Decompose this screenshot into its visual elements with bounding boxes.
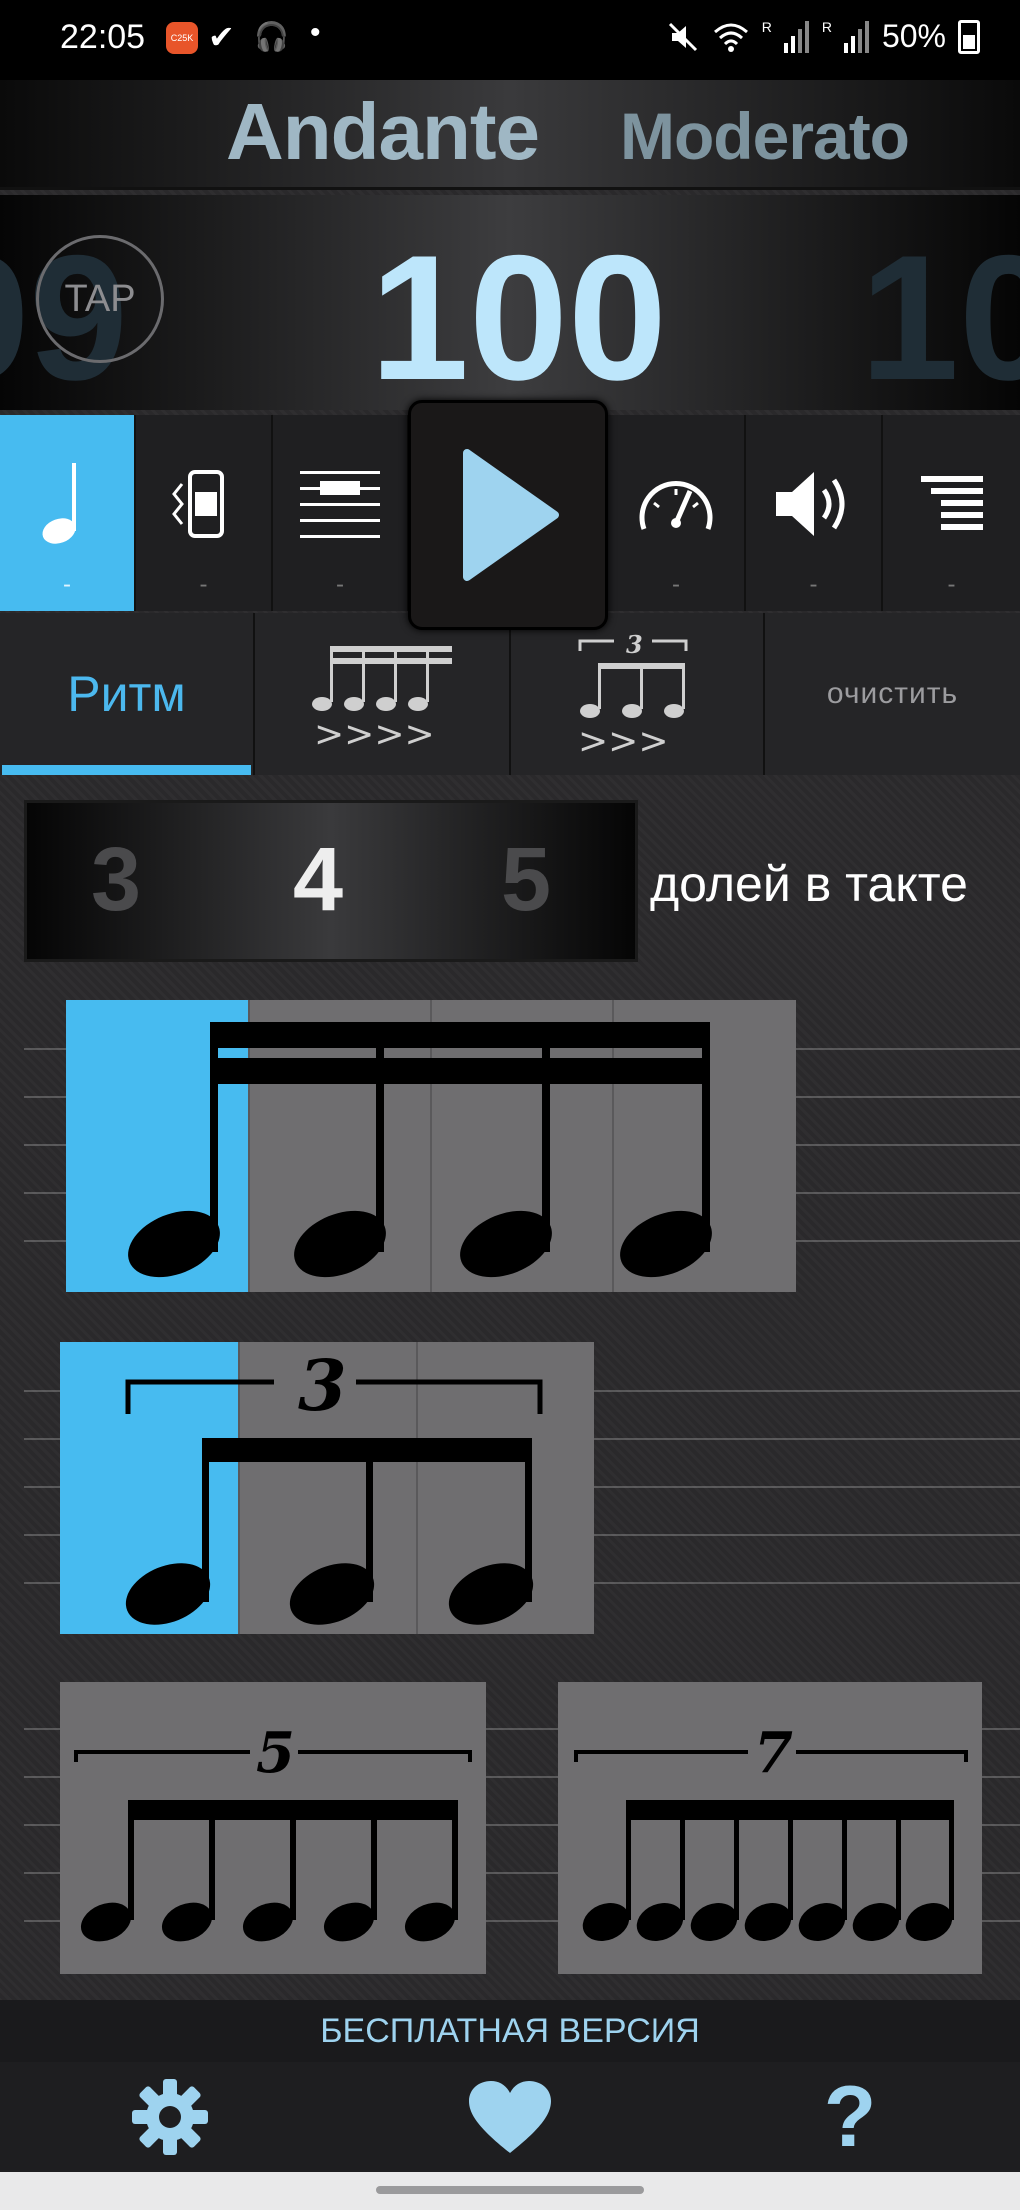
tool-value: -: [947, 571, 956, 598]
tap-button[interactable]: TAP: [36, 235, 164, 363]
list-icon: [920, 476, 983, 530]
sixteenth-notes-graphic: [128, 1022, 712, 1278]
tool-tempo-trainer[interactable]: -: [608, 415, 746, 611]
accent-marks-4: >>>>: [314, 714, 435, 754]
tool-menu[interactable]: -: [883, 415, 1020, 611]
notification-dot-icon: •: [310, 16, 321, 49]
vibration-icon: [171, 470, 224, 538]
system-nav-bar: [0, 2172, 1020, 2210]
battery-percent: 50%: [881, 18, 946, 54]
sixteenth-notes-accent-icon: >>>>: [312, 646, 452, 754]
bpm-wheel[interactable]: 99 100 101 TAP: [0, 195, 1020, 417]
gauge-icon: [639, 481, 713, 530]
roaming-label-1: R: [761, 18, 772, 35]
tempo-name-wheel[interactable]: Andante Moderato: [0, 80, 1020, 190]
tempo-name-current: Andante: [226, 87, 540, 176]
bpm-current: 100: [370, 218, 667, 417]
signal-icon: [843, 20, 869, 53]
bpm-next: 101: [860, 218, 1020, 417]
tool-flash[interactable]: -: [273, 415, 409, 611]
tool-value: -: [336, 571, 344, 598]
beats-next: 5: [501, 830, 552, 930]
wifi-icon: [713, 23, 748, 52]
rhythm-sixteenths[interactable]: [66, 1000, 796, 1292]
quintuplet-notes-graphic: 5: [74, 1720, 472, 1942]
app-badge-icon: C25K: [166, 22, 198, 54]
rhythm-tabs: Ритм >>>> 3 >>> очистить: [0, 613, 1020, 775]
tab-sixteenths-accents[interactable]: >>>>: [255, 613, 511, 775]
tool-value: -: [199, 571, 208, 598]
accent-marks-3: >>>: [578, 721, 669, 759]
tempo-name-next: Moderato: [620, 99, 910, 173]
tool-volume[interactable]: -: [746, 415, 883, 611]
tool-note-value[interactable]: -: [0, 415, 136, 611]
rhythm-quintuplet[interactable]: 5: [60, 1682, 486, 1974]
tool-value: -: [809, 571, 818, 598]
help-button[interactable]: ?: [750, 2062, 950, 2172]
tab-rhythm[interactable]: Ритм: [0, 613, 255, 775]
beats-per-measure-wheel[interactable]: 3 4 5: [24, 800, 638, 962]
beats-per-measure-label: долей в такте: [650, 856, 968, 912]
headset-icon: 🎧: [254, 21, 289, 52]
triplet-label: 3: [298, 1344, 347, 1427]
septuplet-notes-graphic: 7: [574, 1720, 968, 1941]
bottom-bar: ?: [0, 2062, 1020, 2172]
triplet-notes-accent-icon: 3 >>>: [578, 630, 688, 759]
tool-value: -: [672, 571, 680, 598]
favorite-button[interactable]: [410, 2062, 610, 2172]
tab-triplets-accents[interactable]: 3 >>>: [511, 613, 765, 775]
question-icon: ?: [823, 2068, 877, 2165]
signal-icon: [783, 20, 809, 53]
status-time: 22:05: [60, 18, 146, 56]
beats-prev: 3: [91, 830, 142, 930]
gear-icon: [132, 2079, 208, 2155]
rhythm-septuplet[interactable]: 7: [558, 1682, 982, 1974]
beats-current: 4: [293, 830, 344, 930]
speaker-icon: [775, 472, 844, 536]
status-bar: 22:05 C25K ✔ 🎧 • R R 50%: [0, 0, 1020, 80]
tab-clear[interactable]: очистить: [765, 613, 1020, 775]
triplet-notes-graphic: 3: [125, 1344, 543, 1625]
tab-rhythm-label: Ритм: [67, 666, 186, 722]
tool-value: -: [63, 571, 71, 598]
settings-button[interactable]: [70, 2062, 270, 2172]
triplet-number: 3: [626, 630, 643, 659]
rhythm-triplet[interactable]: 3: [60, 1342, 594, 1634]
app-root: 22:05 C25K ✔ 🎧 • R R 50% Andante Moderat…: [0, 0, 1020, 2210]
flash-lines-icon: [300, 471, 380, 538]
roaming-label-2: R: [821, 18, 832, 35]
tool-vibration[interactable]: -: [136, 415, 273, 611]
free-version-banner[interactable]: БЕСПЛАТНАЯ ВЕРСИЯ: [0, 2000, 1020, 2062]
home-handle[interactable]: [376, 2186, 644, 2194]
battery-icon: [958, 19, 980, 54]
check-icon: ✔: [208, 19, 235, 55]
status-right: R R 50%: [666, 18, 980, 55]
mute-icon: [668, 22, 697, 51]
quintuplet-label: 5: [256, 1720, 295, 1786]
quarter-note-icon: [42, 463, 76, 544]
septuplet-label: 7: [754, 1720, 793, 1786]
clear-button-label: очистить: [826, 677, 959, 710]
play-icon: [463, 449, 559, 581]
play-button[interactable]: [408, 400, 608, 630]
heart-icon: [469, 2081, 551, 2153]
